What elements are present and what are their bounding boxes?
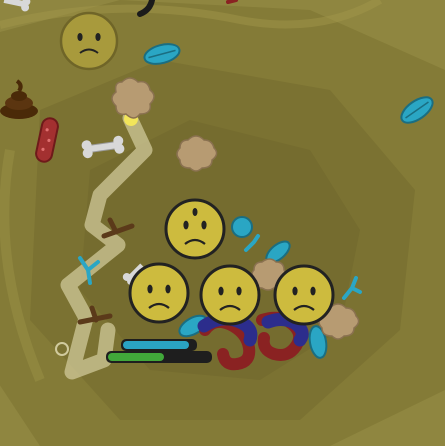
third-eye-icon (192, 208, 198, 216)
red-fragment-icon (226, 0, 238, 4)
middle-face-unit[interactable] (199, 264, 261, 326)
game-field[interactable] (0, 0, 445, 446)
neutral-face-unit[interactable] (59, 11, 119, 71)
left-face-unit[interactable] (128, 262, 190, 324)
leader-face-unit[interactable] (164, 198, 226, 260)
dirt-clump-icon[interactable] (111, 77, 155, 119)
right-face-unit[interactable] (273, 264, 335, 326)
dirt-clump-icon[interactable] (176, 135, 218, 172)
seed-icon[interactable] (231, 216, 253, 238)
